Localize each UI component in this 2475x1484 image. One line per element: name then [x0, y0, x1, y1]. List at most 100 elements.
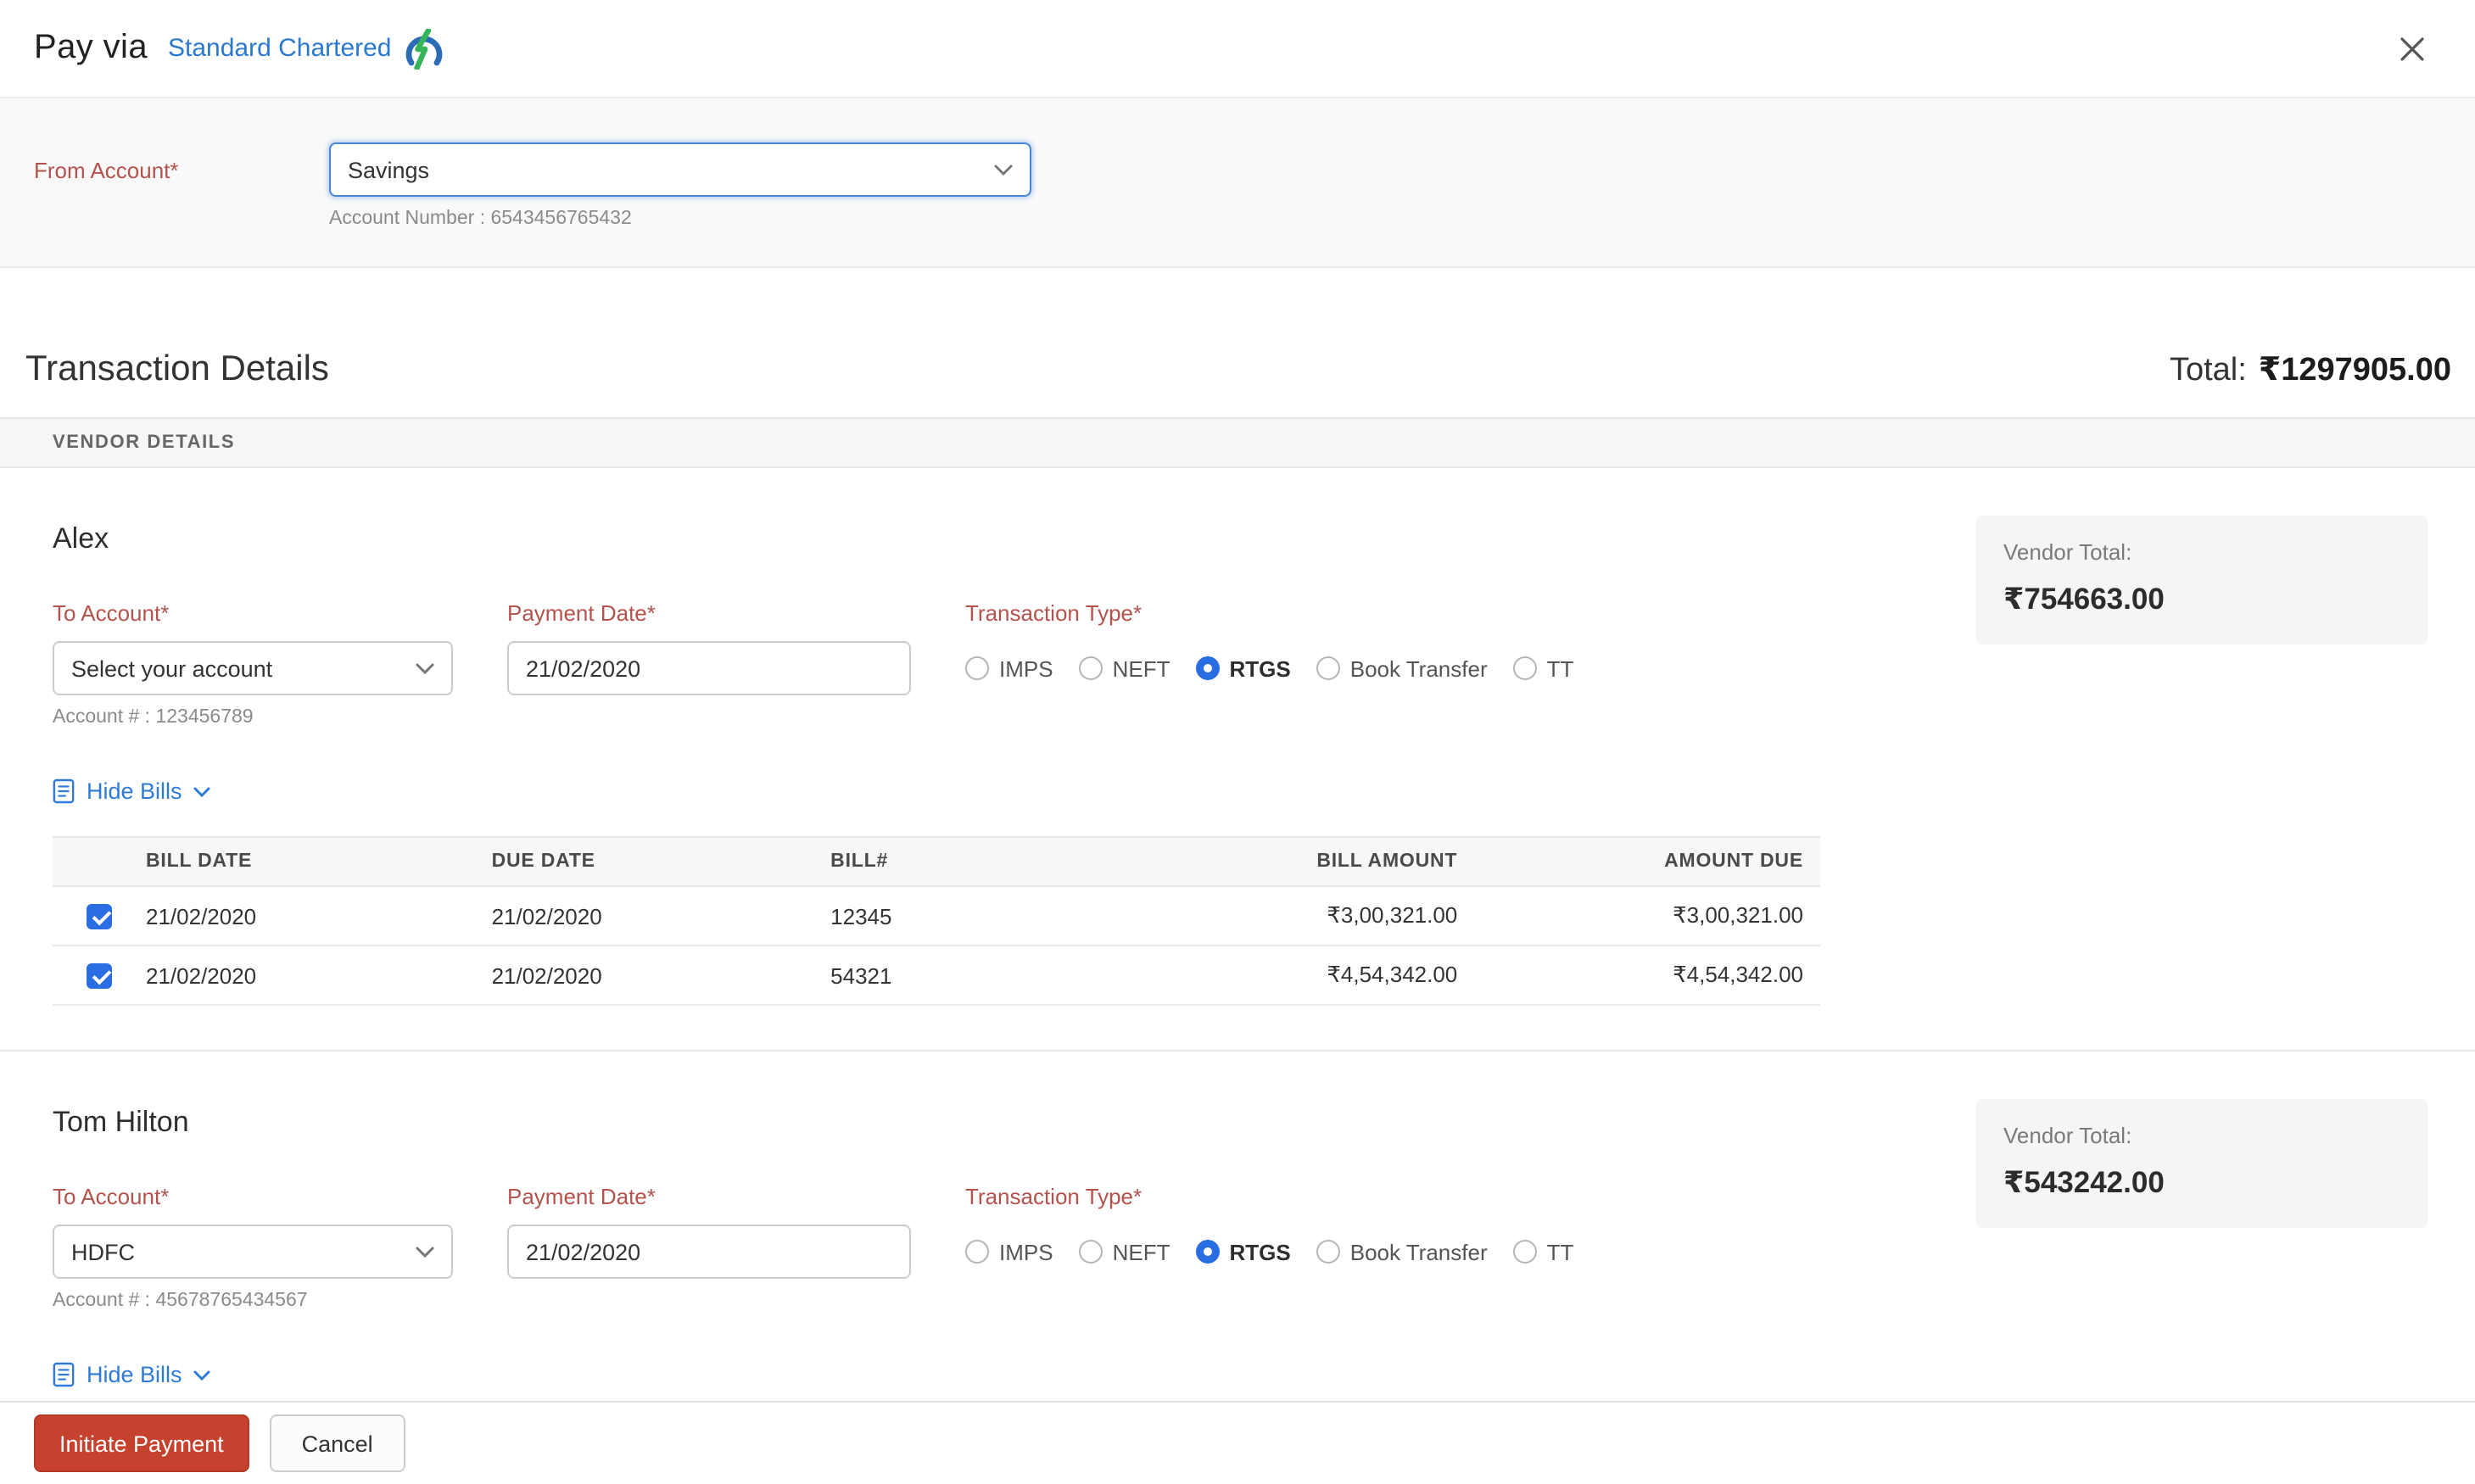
to-account-select[interactable]: Select your account — [53, 641, 453, 695]
vendor-section-tom-hilton: Tom Hilton To Account* HDFC Account # : … — [0, 1052, 2475, 1396]
bill-number: 54321 — [813, 946, 1139, 1006]
vendor-name: Alex — [53, 522, 109, 555]
payment-date-label: Payment Date* — [507, 600, 656, 626]
radio-tt[interactable]: TT — [1512, 656, 1574, 681]
radio-rtgs[interactable]: RTGS — [1195, 656, 1291, 681]
radio-label: NEFT — [1112, 1239, 1170, 1264]
transaction-details-title: Transaction Details — [25, 349, 329, 388]
payment-date-label: Payment Date* — [507, 1184, 656, 1209]
select-column-header — [53, 836, 129, 887]
col-bill-amount: BILL AMOUNT — [1138, 836, 1475, 887]
bills-table: BILL DATE DUE DATE BILL# BILL AMOUNT AMO… — [53, 836, 1820, 1006]
to-account-number: Account # : 123456789 — [53, 707, 254, 728]
hide-bills-toggle[interactable]: Hide Bills — [53, 778, 211, 804]
chevron-down-icon — [194, 1370, 211, 1380]
bill-checkbox[interactable] — [87, 903, 112, 929]
radio-rtgs[interactable]: RTGS — [1195, 1239, 1291, 1264]
bill-date: 21/02/2020 — [129, 946, 475, 1006]
transaction-type-field: Transaction Type* IMPS NEFT RTGS Book Tr… — [965, 1184, 1599, 1311]
payment-date-value: 21/02/2020 — [526, 656, 641, 681]
radio-label: TT — [1546, 656, 1574, 681]
radio-label: RTGS — [1229, 1239, 1291, 1264]
chevron-down-icon — [416, 1246, 434, 1258]
to-account-value: HDFC — [71, 1239, 135, 1264]
bill-document-icon — [53, 1362, 75, 1387]
radio-label: RTGS — [1229, 656, 1291, 681]
radio-icon — [1512, 656, 1537, 680]
to-account-number: Account # : 45678765434567 — [53, 1291, 308, 1311]
radio-icon — [1512, 1240, 1537, 1264]
to-account-label: To Account* — [53, 1184, 170, 1209]
col-bill-date: BILL DATE — [129, 836, 475, 887]
col-amount-due: AMOUNT DUE — [1474, 836, 1820, 887]
vendor-total-label: Vendor Total: — [2003, 539, 2132, 565]
radio-icon — [965, 656, 989, 680]
transaction-type-label: Transaction Type* — [965, 600, 1143, 626]
radio-book-transfer[interactable]: Book Transfer — [1316, 656, 1488, 681]
radio-book-transfer[interactable]: Book Transfer — [1316, 1239, 1488, 1264]
transaction-type-field: Transaction Type* IMPS NEFT RTGS Book Tr… — [965, 600, 1599, 728]
vendor-total-label: Vendor Total: — [2003, 1123, 2132, 1148]
amount-due: ₹4,54,342.00 — [1474, 946, 1820, 1006]
from-account-number: Account Number : 6543456765432 — [329, 209, 632, 229]
bill-date: 21/02/2020 — [129, 886, 475, 946]
hide-bills-label: Hide Bills — [87, 778, 182, 804]
radio-neft[interactable]: NEFT — [1078, 1239, 1170, 1264]
initiate-payment-button[interactable]: Initiate Payment — [34, 1414, 249, 1472]
bill-row: 21/02/2020 21/02/2020 54321 ₹4,54,342.00… — [53, 946, 1820, 1006]
vendor-fields: To Account* HDFC Account # : 45678765434… — [53, 1184, 1820, 1311]
hide-bills-label: Hide Bills — [87, 1362, 182, 1387]
radio-imps[interactable]: IMPS — [965, 656, 1053, 681]
pay-via-dialog: Pay via Standard Chartered From Account*… — [0, 0, 2475, 1484]
radio-imps[interactable]: IMPS — [965, 1239, 1053, 1264]
from-account-select[interactable]: Savings — [329, 142, 1031, 197]
col-bill-number: BILL# — [813, 836, 1139, 887]
to-account-field: To Account* Select your account Account … — [53, 600, 453, 728]
standard-chartered-logo-icon — [405, 28, 443, 69]
vendor-total-box: Vendor Total: ₹543242.00 — [1976, 1099, 2428, 1228]
payment-date-input[interactable]: 21/02/2020 — [507, 641, 911, 695]
amount-due: ₹3,00,321.00 — [1474, 886, 1820, 946]
vendor-total-value: ₹754663.00 — [2003, 582, 2165, 616]
due-date: 21/02/2020 — [474, 946, 814, 1006]
chevron-down-icon — [194, 786, 211, 796]
bill-row: 21/02/2020 21/02/2020 12345 ₹3,00,321.00… — [53, 886, 1820, 946]
radio-label: TT — [1546, 1239, 1574, 1264]
from-account-section: From Account* Savings Account Number : 6… — [0, 98, 2475, 268]
cancel-button[interactable]: Cancel — [269, 1414, 405, 1472]
dialog-header: Pay via Standard Chartered — [0, 0, 2475, 98]
vendor-fields: To Account* Select your account Account … — [53, 600, 1820, 728]
bill-amount: ₹4,54,342.00 — [1138, 946, 1475, 1006]
radio-tt[interactable]: TT — [1512, 1239, 1574, 1264]
page-title: Pay via — [34, 29, 148, 66]
payment-date-input[interactable]: 21/02/2020 — [507, 1225, 911, 1279]
to-account-value: Select your account — [71, 656, 273, 681]
from-account-label: From Account* — [34, 158, 179, 183]
transaction-type-radios: IMPS NEFT RTGS Book Transfer TT — [965, 641, 1599, 695]
radio-neft[interactable]: NEFT — [1078, 656, 1170, 681]
close-button[interactable] — [2390, 26, 2434, 70]
to-account-select[interactable]: HDFC — [53, 1225, 453, 1279]
from-account-value: Savings — [348, 157, 430, 182]
grand-total: Total: ₹1297905.00 — [2170, 351, 2451, 390]
radio-icon — [1195, 1240, 1220, 1264]
chevron-down-icon — [416, 662, 434, 674]
radio-label: NEFT — [1112, 656, 1170, 681]
radio-icon — [1195, 656, 1220, 680]
to-account-field: To Account* HDFC Account # : 45678765434… — [53, 1184, 453, 1311]
radio-label: Book Transfer — [1349, 656, 1488, 681]
transaction-type-radios: IMPS NEFT RTGS Book Transfer TT — [965, 1225, 1599, 1279]
vendor-main: Alex To Account* Select your account Acc… — [53, 516, 1820, 1006]
bill-checkbox[interactable] — [87, 962, 112, 988]
radio-label: IMPS — [999, 656, 1053, 681]
hide-bills-toggle[interactable]: Hide Bills — [53, 1362, 211, 1387]
radio-icon — [965, 1240, 989, 1264]
radio-label: Book Transfer — [1349, 1239, 1488, 1264]
bills-header-row: BILL DATE DUE DATE BILL# BILL AMOUNT AMO… — [53, 836, 1820, 887]
vendor-total-value: ₹543242.00 — [2003, 1165, 2165, 1199]
close-icon — [2400, 36, 2424, 60]
vendor-section-alex: Alex To Account* Select your account Acc… — [0, 468, 2475, 1006]
transaction-summary: Transaction Details Total: ₹1297905.00 — [0, 268, 2475, 417]
chevron-down-icon — [994, 164, 1013, 176]
bill-number: 12345 — [813, 886, 1139, 946]
